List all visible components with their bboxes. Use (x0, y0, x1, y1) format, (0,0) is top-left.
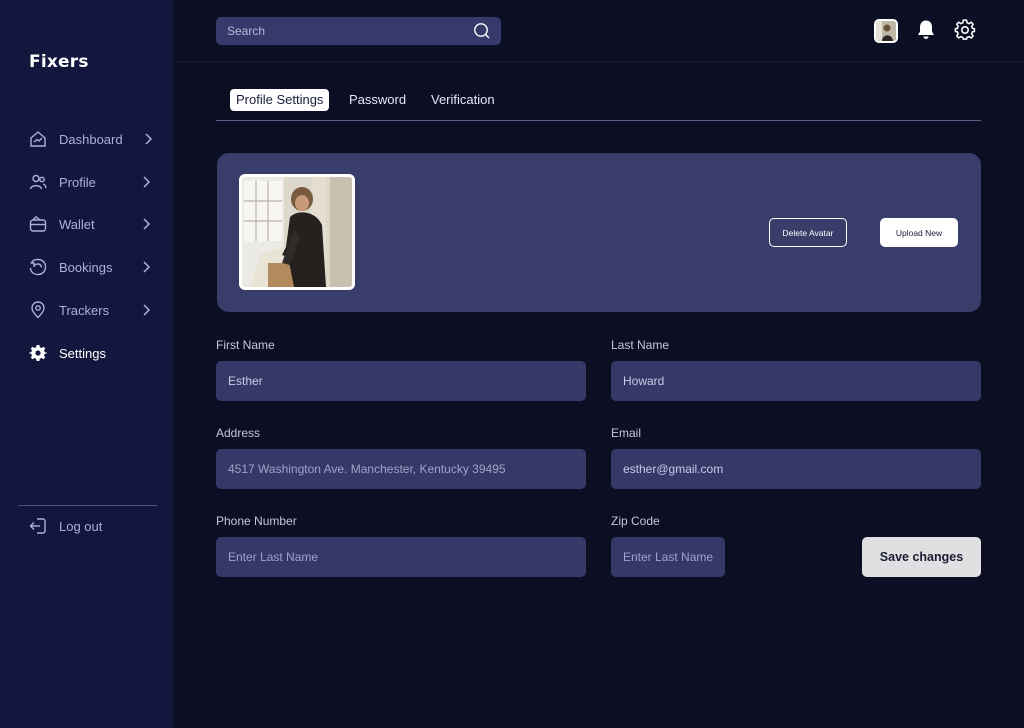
brand-logo: Fixers (29, 52, 89, 72)
first-name-label: First Name (216, 338, 275, 352)
search-input[interactable] (227, 24, 467, 38)
sidebar-item-label: Wallet (59, 216, 95, 232)
dashboard-icon (29, 130, 47, 148)
sidebar-item-label: Bookings (59, 259, 113, 275)
search-icon[interactable] (473, 22, 491, 40)
phone-label: Phone Number (216, 514, 297, 528)
email-label: Email (611, 426, 642, 440)
wallet-icon (29, 215, 47, 233)
sidebar-item-label: Settings (59, 345, 106, 361)
chevron-right-icon (143, 218, 151, 230)
first-name-field[interactable] (216, 361, 586, 401)
logout-icon (29, 517, 47, 535)
sidebar-item-label: Dashboard (59, 131, 123, 147)
chevron-right-icon (143, 304, 151, 316)
bookings-icon (29, 258, 47, 276)
sidebar-item-label: Profile (59, 174, 96, 190)
tab-verification[interactable]: Verification (425, 89, 501, 111)
sidebar: Fixers Dashboard Profile Wallet Bookings… (0, 0, 173, 728)
last-name-field[interactable] (611, 361, 981, 401)
search-bar (216, 17, 501, 45)
phone-field[interactable] (216, 537, 586, 577)
settings-icon (29, 344, 47, 362)
profile-icon (29, 173, 47, 191)
chevron-right-icon (143, 261, 151, 273)
bell-icon[interactable] (916, 19, 936, 41)
last-name-label: Last Name (611, 338, 670, 352)
zip-code-field[interactable] (611, 537, 725, 577)
topbar (173, 0, 1024, 62)
save-changes-button[interactable]: Save changes (862, 537, 981, 577)
address-label: Address (216, 426, 261, 440)
gear-icon[interactable] (954, 19, 976, 41)
settings-tabs: Profile Settings Password Verification (216, 89, 981, 121)
address-field[interactable] (216, 449, 586, 489)
profile-avatar-image (239, 174, 355, 290)
sidebar-item-bookings[interactable]: Bookings (29, 255, 154, 279)
location-icon (29, 301, 47, 319)
email-field[interactable] (611, 449, 981, 489)
sidebar-item-label: Trackers (59, 302, 110, 318)
delete-avatar-button[interactable]: Delete Avatar (769, 218, 847, 247)
zip-code-label: Zip Code (611, 514, 660, 528)
sidebar-item-wallet[interactable]: Wallet (29, 212, 154, 236)
tab-password[interactable]: Password (343, 89, 412, 111)
user-avatar[interactable] (874, 19, 898, 43)
sidebar-item-trackers[interactable]: Trackers (29, 298, 154, 322)
chevron-right-icon (145, 133, 153, 145)
logout-button[interactable]: Log out (29, 514, 154, 538)
upload-avatar-button[interactable]: Upload New (880, 218, 958, 247)
sidebar-item-profile[interactable]: Profile (29, 170, 154, 194)
logout-label: Log out (59, 518, 103, 534)
sidebar-item-settings[interactable]: Settings (29, 341, 154, 365)
sidebar-divider (18, 505, 157, 506)
sidebar-item-dashboard[interactable]: Dashboard (29, 127, 154, 151)
tab-profile-settings[interactable]: Profile Settings (230, 89, 330, 111)
avatar-card: Delete Avatar Upload New (217, 153, 981, 312)
chevron-right-icon (143, 176, 151, 188)
